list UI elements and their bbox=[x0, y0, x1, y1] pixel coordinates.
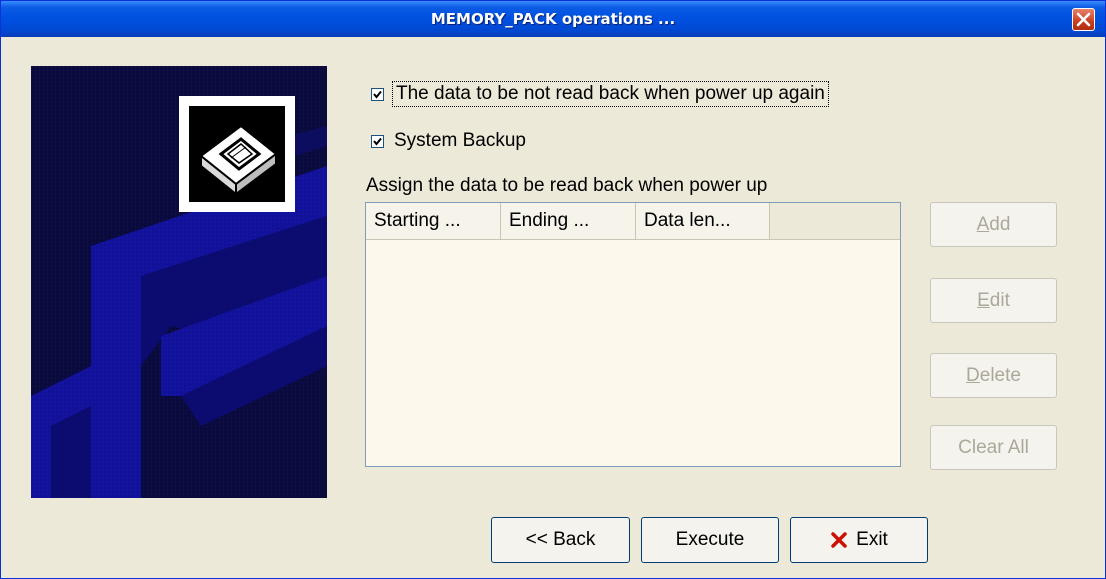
delete-button[interactable]: Delete bbox=[930, 353, 1057, 398]
exit-button[interactable]: Exit bbox=[790, 517, 928, 563]
dialog-window: MEMORY_PACK operations ... The data to b… bbox=[0, 0, 1106, 579]
title-bar[interactable]: MEMORY_PACK operations ... bbox=[1, 1, 1105, 37]
add-button-label: Add bbox=[976, 213, 1011, 235]
readback-list[interactable]: Starting ... Ending ... Data len... bbox=[365, 202, 901, 467]
wizard-side-image bbox=[31, 66, 327, 498]
back-button-label: << Back bbox=[525, 529, 596, 550]
execute-button-label: Execute bbox=[675, 529, 745, 550]
no-readback-label: The data to be not read back when power … bbox=[392, 81, 829, 107]
no-readback-checkbox[interactable] bbox=[371, 87, 384, 101]
close-icon bbox=[1076, 12, 1091, 27]
x-mark-icon bbox=[830, 531, 848, 549]
readback-section-label: Assign the data to be read back when pow… bbox=[366, 175, 768, 196]
no-readback-option[interactable]: The data to be not read back when power … bbox=[371, 81, 829, 107]
edit-button[interactable]: Edit bbox=[930, 278, 1057, 323]
checkmark-icon bbox=[373, 137, 382, 146]
checkmark-icon bbox=[373, 90, 382, 99]
exit-button-label: Exit bbox=[856, 529, 888, 550]
system-backup-option[interactable]: System Backup bbox=[371, 130, 526, 152]
memory-pack-icon bbox=[179, 96, 295, 212]
system-backup-checkbox[interactable] bbox=[371, 134, 384, 148]
close-button[interactable] bbox=[1072, 8, 1095, 31]
add-button[interactable]: Add bbox=[930, 202, 1057, 247]
execute-button[interactable]: Execute bbox=[641, 517, 779, 563]
back-button[interactable]: << Back bbox=[491, 517, 630, 563]
column-data-length[interactable]: Data len... bbox=[636, 203, 770, 239]
system-backup-label: System Backup bbox=[394, 130, 526, 151]
column-filler bbox=[770, 203, 900, 239]
column-ending[interactable]: Ending ... bbox=[501, 203, 636, 239]
list-header: Starting ... Ending ... Data len... bbox=[366, 203, 900, 240]
column-starting[interactable]: Starting ... bbox=[366, 203, 501, 239]
delete-button-label: Delete bbox=[966, 364, 1021, 386]
clear-all-button-label: Clear All bbox=[958, 436, 1029, 458]
window-title: MEMORY_PACK operations ... bbox=[430, 10, 676, 28]
clear-all-button[interactable]: Clear All bbox=[930, 425, 1057, 470]
edit-button-label: Edit bbox=[977, 289, 1010, 311]
